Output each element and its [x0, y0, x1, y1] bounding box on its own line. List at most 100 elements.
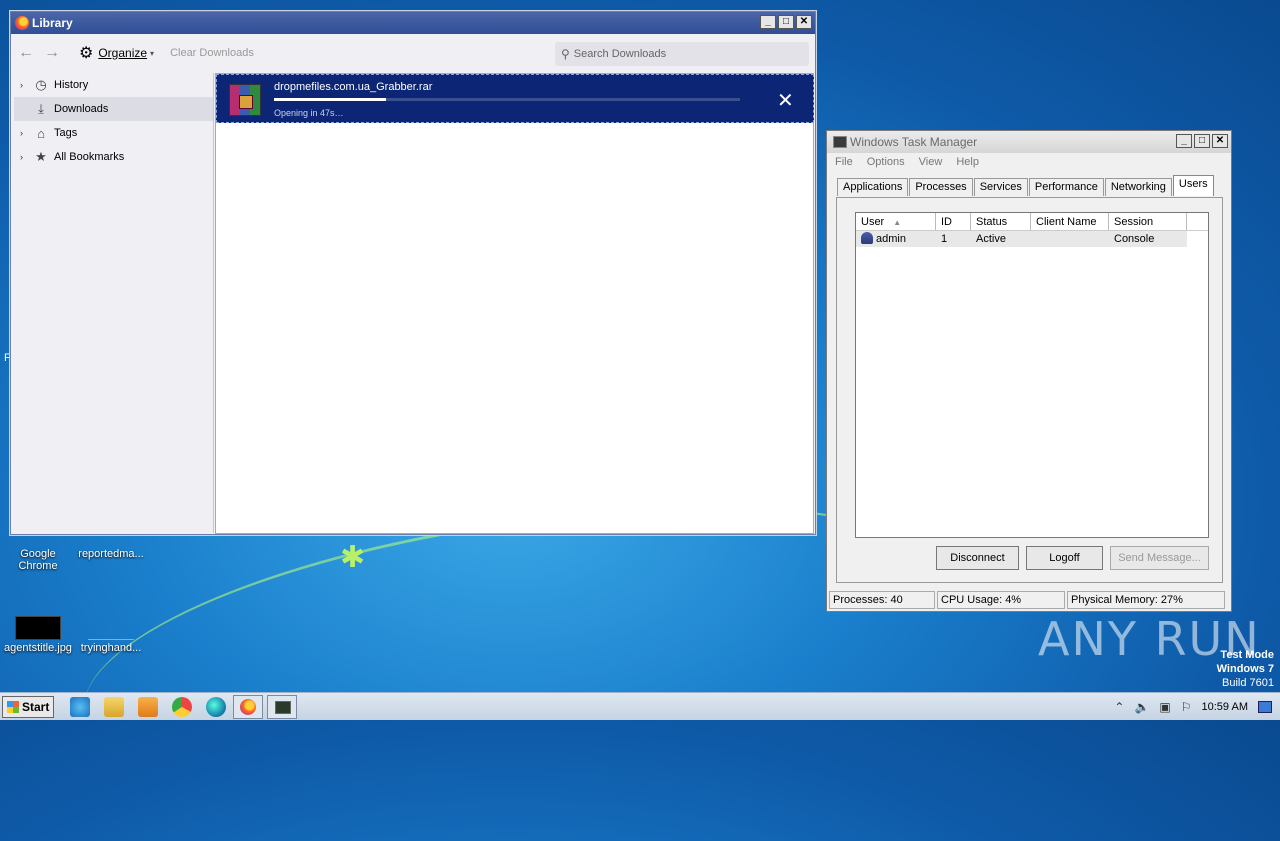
show-hidden-icons-icon[interactable]: ⌃: [1114, 700, 1124, 714]
clear-downloads-button[interactable]: Clear Downloads: [170, 47, 254, 59]
desktop-icon-agentstitle[interactable]: agentstitle.jpg: [0, 616, 76, 654]
tab-networking[interactable]: Networking: [1104, 178, 1172, 196]
build-label: Build 7601: [1222, 677, 1274, 689]
library-toolbar: ← → ⚙ Organize ▾ Clear Downloads ⚲ Searc…: [11, 34, 815, 72]
taskbar: Start ⌃ 🔈 ▣ ⚐ 10:59 AM: [0, 692, 1280, 720]
desktop-icon-label: reportedma...: [78, 548, 144, 560]
tab-performance[interactable]: Performance: [1028, 178, 1104, 196]
cell-client-name: [1031, 231, 1109, 247]
users-table: User ▲ ID Status Client Name Session adm…: [855, 212, 1209, 538]
minimize-button[interactable]: _: [1176, 134, 1192, 148]
maximize-button[interactable]: □: [1194, 134, 1210, 148]
chevron-right-icon[interactable]: ›: [20, 80, 32, 90]
status-processes: Processes: 40: [829, 591, 935, 609]
forward-arrow-icon[interactable]: →: [41, 44, 63, 62]
tab-processes[interactable]: Processes: [909, 178, 973, 196]
cell-user: admin: [856, 231, 936, 247]
action-center-flag-icon[interactable]: ⚐: [1181, 700, 1192, 714]
maximize-button[interactable]: □: [778, 15, 794, 29]
menu-options[interactable]: Options: [867, 156, 905, 168]
task-manager-titlebar[interactable]: Windows Task Manager _ □ ✕: [827, 131, 1231, 153]
desktop-icon-label: tryinghand...: [80, 642, 142, 654]
search-downloads-input[interactable]: ⚲ Search Downloads: [555, 42, 809, 66]
tab-applications[interactable]: Applications: [837, 178, 909, 196]
winrar-archive-icon: [229, 84, 261, 116]
column-header-session[interactable]: Session: [1109, 213, 1187, 230]
start-button[interactable]: Start: [2, 696, 54, 718]
task-manager-title: Windows Task Manager: [850, 135, 978, 149]
desktop-icon-reportedma[interactable]: reportedma...: [73, 532, 149, 560]
menu-file[interactable]: File: [835, 156, 853, 168]
cancel-download-icon[interactable]: ✕: [777, 88, 794, 113]
send-message-button[interactable]: Send Message...: [1110, 546, 1209, 570]
download-status: Opening in 47s…: [274, 108, 344, 118]
chevron-right-icon[interactable]: ›: [20, 152, 32, 162]
star-icon: ★: [35, 149, 47, 164]
organize-button[interactable]: ⚙ Organize ▾: [79, 43, 154, 63]
menu-help[interactable]: Help: [956, 156, 979, 168]
clock[interactable]: 10:59 AM: [1202, 701, 1248, 713]
sidebar-item-label: Downloads: [54, 103, 109, 115]
windows-flag-icon: [7, 701, 19, 713]
minimize-button[interactable]: _: [760, 15, 776, 29]
search-placeholder: Search Downloads: [573, 48, 667, 60]
taskbar-task-manager-button[interactable]: [267, 695, 297, 719]
start-label: Start: [22, 700, 50, 714]
tag-icon: ⌂: [37, 125, 45, 141]
edge-icon[interactable]: [206, 697, 226, 717]
firefox-icon: [240, 699, 256, 715]
download-filename: dropmefiles.com.ua_Grabber.rar: [274, 81, 433, 93]
column-header-client-name[interactable]: Client Name: [1031, 213, 1109, 230]
organize-label: Organize: [98, 46, 148, 60]
chevron-down-icon: ▾: [150, 48, 155, 58]
tab-services[interactable]: Services: [973, 178, 1028, 196]
logoff-button[interactable]: Logoff: [1026, 546, 1103, 570]
table-row[interactable]: admin 1 Active Console: [856, 231, 1187, 247]
status-cpu-usage: CPU Usage: 4%: [937, 591, 1065, 609]
desktop-icon-label: agentstitle.jpg: [4, 642, 72, 654]
library-window: Library _ □ ✕ ← → ⚙ Organize ▾ Clear Dow…: [10, 11, 816, 535]
sidebar-item-tags[interactable]: › ⌂ Tags: [14, 121, 213, 145]
show-desktop-icon[interactable]: [1258, 701, 1272, 713]
close-button[interactable]: ✕: [1212, 134, 1228, 148]
task-manager-statusbar: Processes: 40 CPU Usage: 4% Physical Mem…: [829, 591, 1229, 609]
desktop-icon-google-chrome[interactable]: Google Chrome: [0, 532, 76, 572]
chevron-right-icon[interactable]: ›: [20, 128, 32, 138]
download-progress-fill: [274, 98, 386, 101]
menu-view[interactable]: View: [919, 156, 943, 168]
internet-explorer-icon[interactable]: [70, 697, 90, 717]
task-manager-window: Windows Task Manager _ □ ✕ File Options …: [826, 130, 1232, 612]
downloads-list: dropmefiles.com.ua_Grabber.rar Opening i…: [215, 73, 814, 534]
network-icon[interactable]: ▣: [1159, 700, 1170, 714]
taskbar-firefox-button[interactable]: [233, 695, 263, 719]
column-header-user[interactable]: User ▲: [856, 213, 936, 230]
back-arrow-icon[interactable]: ←: [15, 44, 37, 62]
sidebar-item-downloads[interactable]: ⤓ Downloads: [14, 97, 213, 121]
sidebar-item-all-bookmarks[interactable]: › ★ All Bookmarks: [14, 145, 213, 169]
column-header-status[interactable]: Status: [971, 213, 1031, 230]
tab-users[interactable]: Users: [1172, 175, 1214, 196]
table-header: User ▲ ID Status Client Name Session: [856, 213, 1208, 231]
disconnect-button[interactable]: Disconnect: [936, 546, 1019, 570]
cell-session: Console: [1114, 233, 1155, 245]
task-manager-icon: [275, 701, 291, 714]
download-progress-bar: [274, 98, 740, 101]
download-item[interactable]: dropmefiles.com.ua_Grabber.rar Opening i…: [216, 74, 814, 123]
desktop-icon-tryinghand[interactable]: tryinghand...: [73, 616, 149, 654]
volume-icon[interactable]: 🔈: [1134, 700, 1149, 714]
sidebar-item-label: History: [54, 79, 89, 91]
gear-icon: ⚙: [79, 45, 94, 62]
library-titlebar[interactable]: Library _ □ ✕: [11, 12, 815, 34]
task-manager-tabs: Applications Processes Services Performa…: [837, 175, 1215, 196]
file-explorer-icon[interactable]: [104, 697, 124, 717]
task-manager-menubar: File Options View Help: [827, 153, 1231, 171]
clock-icon: ◷: [35, 77, 47, 92]
library-title: Library: [32, 16, 73, 30]
sidebar-item-label: All Bookmarks: [54, 151, 125, 163]
sidebar-item-history[interactable]: › ◷ History: [14, 73, 213, 97]
chrome-icon[interactable]: [172, 697, 192, 717]
firefox-icon: [15, 16, 29, 30]
column-header-id[interactable]: ID: [936, 213, 971, 230]
close-button[interactable]: ✕: [796, 15, 812, 29]
media-player-icon[interactable]: [138, 697, 158, 717]
